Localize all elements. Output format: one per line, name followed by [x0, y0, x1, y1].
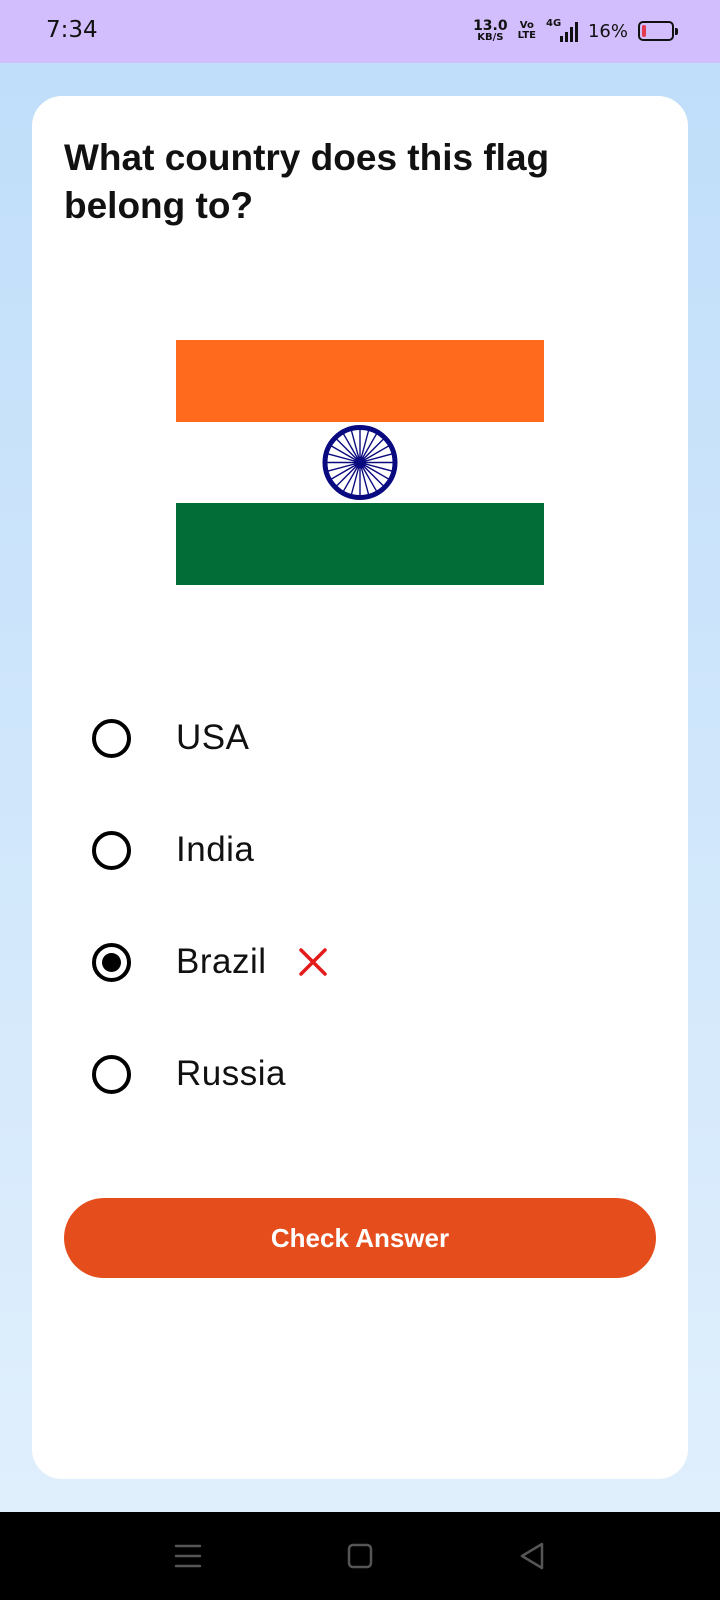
option-brazil[interactable]: Brazil [32, 906, 688, 1018]
check-answer-button[interactable]: Check Answer [64, 1198, 656, 1278]
radio-button-selected[interactable] [92, 942, 131, 982]
answer-options: USA India Brazil Russia [32, 682, 688, 1130]
question-text: What country does this flag belong to? [64, 137, 550, 226]
network-type: 4G [545, 18, 562, 29]
signal-icon: 4G [545, 18, 578, 42]
net-speed-unit: KB/S [477, 32, 504, 43]
quiz-card: What country does this flag belong to? U… [32, 96, 688, 1479]
net-speed-value: 13.0 [473, 18, 508, 34]
wrong-answer-icon [299, 948, 327, 976]
net-speed: 13.0 KB/S [473, 19, 508, 43]
home-icon[interactable] [338, 1534, 382, 1578]
option-label: Brazil [176, 942, 267, 981]
option-label: India [176, 830, 255, 869]
radio-button[interactable] [92, 1054, 131, 1094]
option-label: USA [176, 718, 250, 757]
volte-icon: Vo LTE [518, 21, 536, 41]
option-russia[interactable]: Russia [32, 1018, 688, 1130]
option-label: Russia [176, 1054, 286, 1093]
navigation-bar [0, 1512, 720, 1600]
battery-fill [642, 25, 647, 37]
status-bar: 7:34 13.0 KB/S Vo LTE 4G 16% [0, 0, 720, 63]
volte-bottom: LTE [517, 30, 536, 41]
back-icon[interactable] [510, 1534, 554, 1578]
battery-percent: 16% [587, 20, 628, 42]
radio-button[interactable] [92, 718, 131, 758]
status-time: 7:34 [46, 17, 98, 43]
radio-button[interactable] [92, 830, 131, 870]
india-flag-icon [176, 340, 544, 585]
option-india[interactable]: India [32, 794, 688, 906]
battery-icon [638, 21, 678, 41]
option-usa[interactable]: USA [32, 682, 688, 794]
menu-icon[interactable] [166, 1534, 210, 1578]
status-icons: 13.0 KB/S Vo LTE 4G 16% [473, 16, 678, 46]
